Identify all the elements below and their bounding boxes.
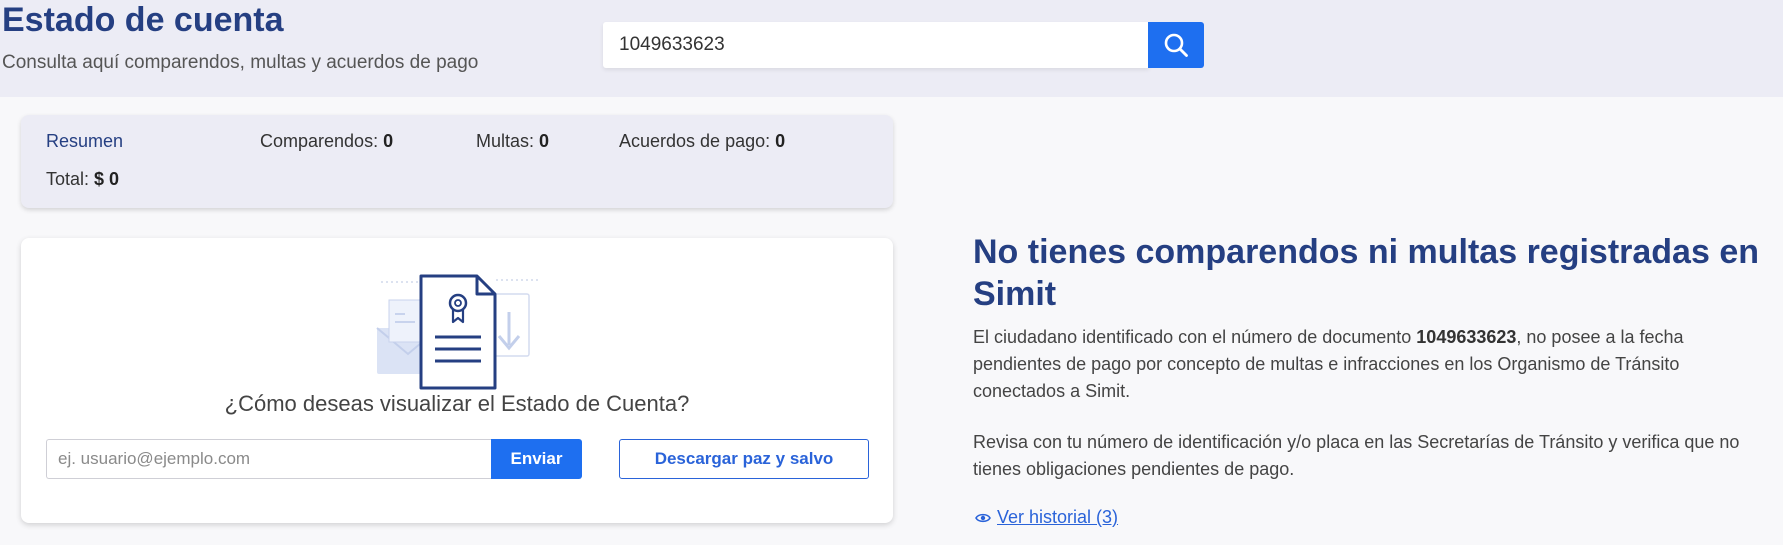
no-records-description: El ciudadano identificado con el número …: [973, 324, 1763, 405]
download-certificate-button[interactable]: Descargar paz y salvo: [619, 439, 869, 479]
header-band: Estado de cuenta Consulta aquí comparend…: [0, 0, 1783, 97]
page-subtitle: Consulta aquí comparendos, multas y acue…: [2, 52, 479, 73]
acuerdos-label: Acuerdos de pago:: [619, 131, 771, 151]
visualization-question: ¿Cómo deseas visualizar el Estado de Cue…: [224, 391, 690, 416]
statement-options-card: ¿Cómo deseas visualizar el Estado de Cue…: [21, 238, 893, 523]
search-icon: [1164, 33, 1188, 57]
view-history-link[interactable]: Ver historial (3): [975, 507, 1118, 528]
page-title: Estado de cuenta: [2, 1, 284, 39]
total-value: $ 0: [94, 169, 120, 189]
comparendos-value: 0: [383, 131, 394, 151]
description-text-before: El ciudadano identificado con el número …: [973, 327, 1417, 347]
certificate-document-illustration: [376, 274, 541, 390]
acuerdos-value: 0: [775, 131, 786, 151]
no-records-title: No tienes comparendos ni multas registra…: [973, 233, 1760, 313]
summary-multas: Multas: 0: [476, 130, 549, 152]
email-field[interactable]: [46, 439, 492, 479]
total-label: Total:: [46, 169, 90, 189]
eye-icon: [975, 513, 991, 522]
verification-advice: Revisa con tu número de identificación y…: [973, 432, 1740, 479]
send-button[interactable]: Enviar: [491, 439, 582, 479]
summary-resumen-label[interactable]: Resumen: [46, 130, 123, 152]
multas-value: 0: [539, 131, 550, 151]
summary-acuerdos: Acuerdos de pago: 0: [619, 130, 785, 152]
multas-label: Multas:: [476, 131, 535, 151]
search-input[interactable]: [603, 22, 1149, 68]
comparendos-label: Comparendos:: [260, 131, 379, 151]
summary-card: Resumen Comparendos: 0 Multas: 0 Acuerdo…: [21, 115, 893, 208]
search-button[interactable]: [1148, 22, 1204, 68]
summary-total: Total: $ 0: [46, 168, 119, 190]
summary-comparendos: Comparendos: 0: [260, 130, 393, 152]
document-number: 1049633623: [1416, 327, 1517, 347]
view-history-label[interactable]: Ver historial (3): [997, 507, 1118, 528]
